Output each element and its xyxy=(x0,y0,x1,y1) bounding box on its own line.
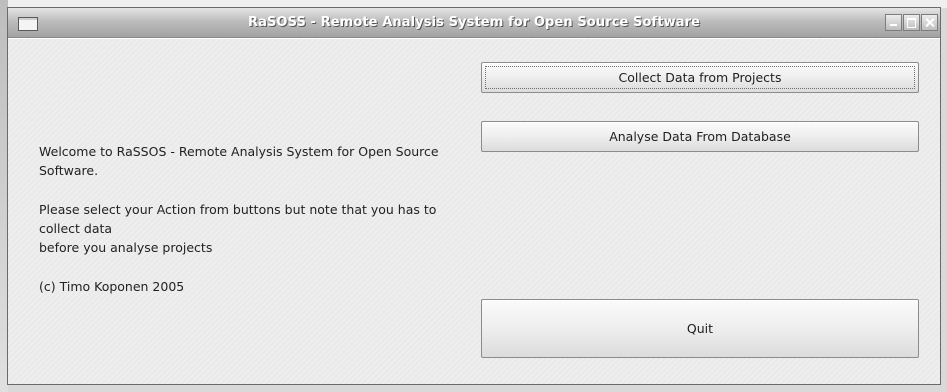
instruction-message-continued: before you analyse projects xyxy=(39,240,213,255)
welcome-text: Welcome to RaSSOS - Remote Analysis Syst… xyxy=(39,142,459,296)
quit-button[interactable]: Quit xyxy=(481,299,919,358)
main-window: RaSOSS - Remote Analysis System for Open… xyxy=(7,7,941,385)
copyright-text: (c) Timo Koponen 2005 xyxy=(39,279,185,294)
welcome-message: Welcome to RaSSOS - Remote Analysis Syst… xyxy=(39,144,439,178)
analyse-data-button[interactable]: Analyse Data From Database xyxy=(481,121,919,152)
maximize-icon[interactable] xyxy=(903,14,920,31)
title-bar[interactable]: RaSOSS - Remote Analysis System for Open… xyxy=(8,8,940,38)
collect-data-button[interactable]: Collect Data from Projects xyxy=(481,62,919,93)
instruction-message: Please select your Action from buttons b… xyxy=(39,202,437,236)
close-icon[interactable] xyxy=(921,14,938,31)
window-content: Welcome to RaSSOS - Remote Analysis Syst… xyxy=(8,38,940,384)
window-title: RaSOSS - Remote Analysis System for Open… xyxy=(247,15,701,30)
minimize-icon[interactable] xyxy=(885,14,902,31)
